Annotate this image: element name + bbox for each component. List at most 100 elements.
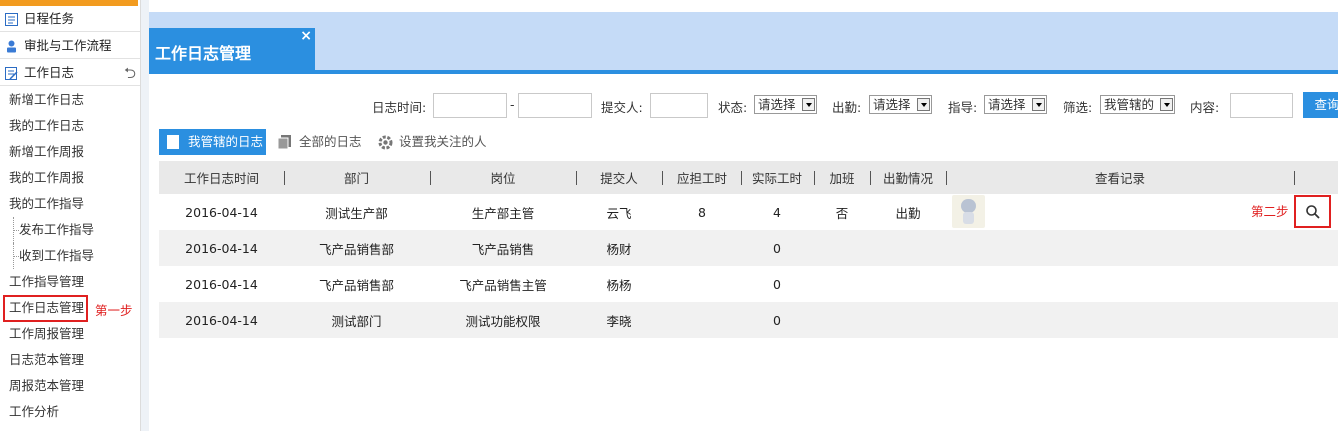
date-label: 日志时间: xyxy=(372,100,427,115)
cell-attendance: 出勤 xyxy=(895,205,921,221)
sidebar-item-guidance-management[interactable]: 工作指导管理 xyxy=(0,269,140,295)
cell-date: 2016-04-14 xyxy=(185,312,258,328)
sidebar-section-approval[interactable]: 审批与工作流程 xyxy=(0,33,140,59)
cell-position: 测试功能权限 xyxy=(465,313,541,329)
cell-attendance xyxy=(870,266,946,302)
submitter-input[interactable] xyxy=(650,93,708,118)
table-row[interactable]: 2016-04-14 飞产品销售部 飞产品销售 杨财 0 xyxy=(159,230,1338,266)
sidebar-item-my-weekly[interactable]: 我的工作周报 xyxy=(0,165,140,191)
tab-follow-label: 设置我关注的人 xyxy=(399,134,487,149)
header-cell-actual-hours[interactable]: 实际工时 xyxy=(741,161,813,194)
table-row[interactable]: 2016-04-14 飞产品销售部 飞产品销售主管 杨杨 0 xyxy=(159,266,1338,302)
tab-worklog-management[interactable]: 工作日志管理 × xyxy=(149,28,315,74)
header-divider xyxy=(1294,171,1295,185)
documents-icon xyxy=(277,135,291,150)
cell-department: 飞产品销售部 xyxy=(318,277,394,293)
cell-date: 2016-04-14 xyxy=(185,276,258,292)
sidebar-section-schedule[interactable]: 日程任务 xyxy=(0,6,140,32)
table-row[interactable]: 2016-04-14 测试部门 测试功能权限 李晓 0 xyxy=(159,302,1338,338)
attendance-label: 出勤: xyxy=(832,100,862,115)
cell-submitter: 云飞 xyxy=(606,205,632,221)
cell-position: 生产部主管 xyxy=(471,205,535,221)
status-select[interactable]: 请选择 xyxy=(754,95,817,114)
sidebar-section-worklog[interactable]: 工作日志 ⮌ xyxy=(0,60,140,86)
avatar xyxy=(952,195,985,228)
header-cell-date[interactable]: 工作日志时间 xyxy=(159,161,284,194)
header-cell-department[interactable]: 部门 xyxy=(284,161,429,194)
chevron-down-icon xyxy=(802,98,815,111)
chevron-down-icon xyxy=(1160,98,1173,111)
sidebar-item-new-weekly[interactable]: 新增工作周报 xyxy=(0,139,140,165)
sidebar-item-my-guidance[interactable]: 我的工作指导 xyxy=(0,191,140,217)
chevron-down-icon xyxy=(1032,98,1045,111)
collapse-back-icon[interactable]: ⮌ xyxy=(124,60,136,86)
header-cell-submitter[interactable]: 提交人 xyxy=(576,161,662,194)
cell-actual-hours: 4 xyxy=(773,204,781,220)
chevron-down-icon xyxy=(917,98,930,111)
cell-expected-hours xyxy=(662,302,742,338)
cell-position: 飞产品销售 xyxy=(471,241,535,257)
sidebar-section-label: 工作日志 xyxy=(24,65,75,80)
header-cell-expected-hours[interactable]: 应担工时 xyxy=(662,161,742,194)
content-input[interactable] xyxy=(1230,93,1293,118)
sidebar-item-weekly-template[interactable]: 周报范本管理 xyxy=(0,373,140,399)
cell-submitter: 李晓 xyxy=(606,313,632,329)
header-cell-overtime[interactable]: 加班 xyxy=(814,161,870,194)
tab-all-logs[interactable]: 全部的日志 xyxy=(277,129,362,155)
cell-department: 测试生产部 xyxy=(325,205,388,221)
table-row[interactable]: 2016-04-14 测试生产部 生产部主管 云飞 8 4 否 出勤 第二步 xyxy=(159,194,1338,230)
submitter-label: 提交人: xyxy=(601,100,643,115)
tab-followed-people[interactable]: 设置我关注的人 xyxy=(377,129,487,155)
sidebar-item-weekly-management[interactable]: 工作周报管理 xyxy=(0,321,140,347)
sidebar-item-my-log[interactable]: 我的工作日志 xyxy=(0,113,140,139)
notebook-icon xyxy=(5,67,18,80)
header-cell-attendance[interactable]: 出勤情况 xyxy=(870,161,946,194)
cell-actual-hours: 0 xyxy=(773,312,781,328)
sidebar-item-log-template[interactable]: 日志范本管理 xyxy=(0,347,140,373)
cell-actual-hours: 0 xyxy=(773,276,781,292)
splitter[interactable] xyxy=(141,0,149,431)
header-underline xyxy=(149,70,1338,74)
sidebar-item-new-log[interactable]: 新增工作日志 xyxy=(0,87,140,113)
search-icon[interactable] xyxy=(1305,204,1321,220)
cell-expected-hours xyxy=(662,230,742,266)
content-label: 内容: xyxy=(1190,100,1220,115)
cell-overtime xyxy=(814,302,870,338)
tab-my-label: 我管辖的日志 xyxy=(188,134,264,149)
cell-actual-hours: 0 xyxy=(773,240,781,256)
close-icon[interactable]: × xyxy=(300,28,312,44)
header-cell-position[interactable]: 岗位 xyxy=(430,161,576,194)
filter-select[interactable]: 我管辖的 xyxy=(1100,95,1175,114)
date-end-input[interactable] xyxy=(518,93,592,118)
date-separator: - xyxy=(510,97,515,112)
cell-position: 飞产品销售主管 xyxy=(459,277,547,293)
guide-label: 指导: xyxy=(948,100,978,115)
date-start-input[interactable] xyxy=(433,93,507,118)
status-select-value: 请选择 xyxy=(758,97,796,112)
page-header xyxy=(149,12,1338,74)
attendance-select[interactable]: 请选择 xyxy=(869,95,932,114)
sidebar-section-label: 日程任务 xyxy=(24,11,75,26)
cell-department: 飞产品销售部 xyxy=(318,241,394,257)
tab-my-managed-logs[interactable]: 我管辖的日志 xyxy=(159,129,266,155)
cell-attendance xyxy=(870,302,946,338)
filter-label: 筛选: xyxy=(1063,100,1093,115)
tab-all-label: 全部的日志 xyxy=(299,134,362,149)
cell-expected-hours: 8 xyxy=(698,204,706,220)
filter-select-value: 我管辖的 xyxy=(1104,97,1155,112)
sidebar-item-work-analysis[interactable]: 工作分析 xyxy=(0,399,140,425)
sidebar-item-received-guidance[interactable]: 收到工作指导 xyxy=(0,243,140,269)
cell-overtime xyxy=(814,266,870,302)
cell-date: 2016-04-14 xyxy=(185,240,258,256)
query-button[interactable]: 查询 xyxy=(1303,92,1338,118)
sidebar-item-publish-guidance[interactable]: 发布工作指导 xyxy=(0,217,140,243)
step2-label: 第二步 xyxy=(1251,204,1289,219)
cell-expected-hours xyxy=(662,266,742,302)
step2-highlight-box[interactable] xyxy=(1294,195,1331,228)
header-cell-view-records[interactable]: 查看记录 xyxy=(946,161,1294,194)
cell-submitter: 杨财 xyxy=(606,241,632,257)
sidebar: 日程任务 审批与工作流程 工作日志 ⮌ 新增工作日志 我的工作日志 新增工作周报… xyxy=(0,0,141,431)
step1-label: 第一步 xyxy=(95,303,133,318)
guide-select[interactable]: 请选择 xyxy=(984,95,1047,114)
top-strip xyxy=(149,0,1338,12)
